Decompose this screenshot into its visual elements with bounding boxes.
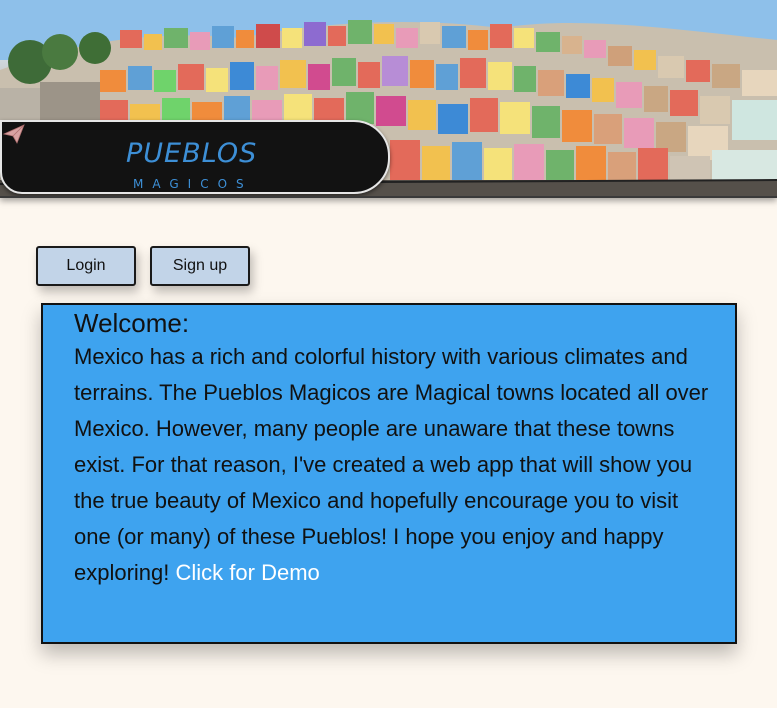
demo-link[interactable]: Click for Demo: [176, 560, 320, 585]
welcome-panel: Welcome: Mexico has a rich and colorful …: [41, 303, 737, 644]
header-banner: PUEBLOS MAGICOS: [0, 0, 777, 198]
welcome-title: Welcome:: [74, 308, 190, 338]
welcome-text: Mexico has a rich and colorful history w…: [74, 339, 719, 591]
logo-subtitle: MAGICOS: [133, 177, 253, 191]
signup-button[interactable]: Sign up: [150, 246, 250, 286]
paper-plane-icon: [2, 124, 25, 144]
logo-title: PUEBLOS: [126, 138, 258, 169]
welcome-body: Mexico has a rich and colorful history w…: [74, 344, 709, 585]
login-button[interactable]: Login: [36, 246, 136, 286]
page: PUEBLOS MAGICOS Login Sign up Welcome: M…: [0, 0, 777, 708]
logo[interactable]: PUEBLOS MAGICOS: [0, 120, 390, 194]
